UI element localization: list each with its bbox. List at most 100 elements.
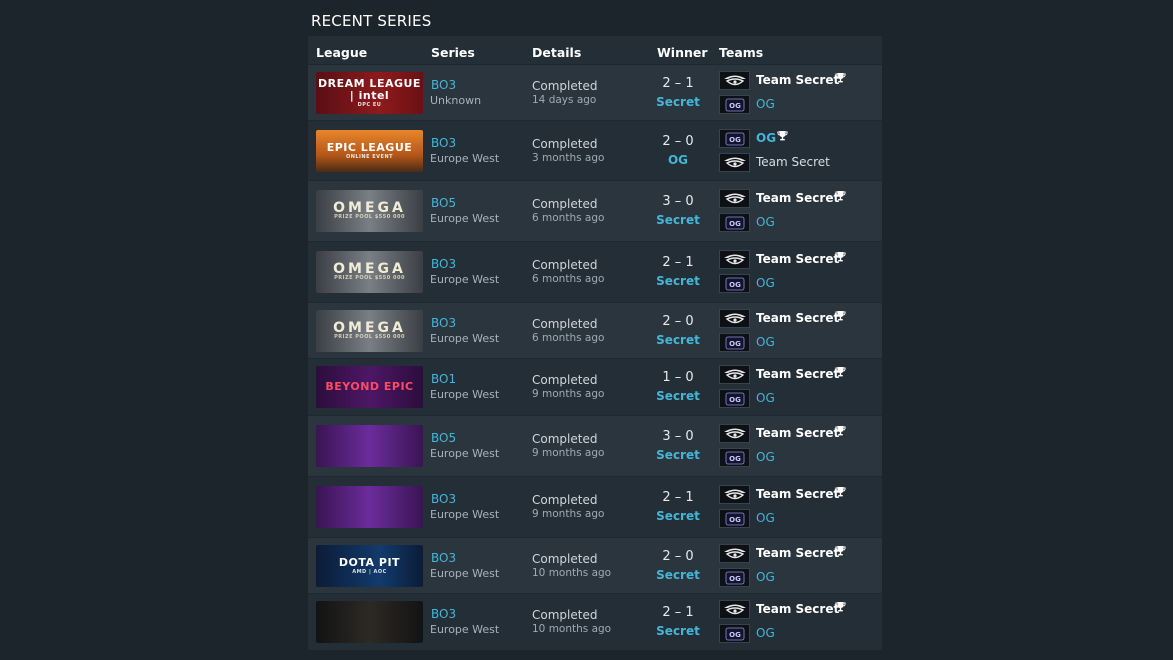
og-logo-icon[interactable]: OG [719,568,750,587]
series-format-link[interactable]: BO3 [431,257,456,271]
og-logo-icon[interactable]: OG [719,624,750,643]
series-format-link[interactable]: BO3 [431,607,456,621]
team2-name-link[interactable]: OG [756,450,775,464]
column-header-series: Series [431,45,475,60]
team1-name-link[interactable]: Team Secret [756,426,839,440]
recent-series-table: League Series Details Winner Teams DREAM… [308,36,882,650]
team2-name-link[interactable]: OG [756,570,775,584]
series-row[interactable]: BO5 Europe West Completed 9 months ago 3… [308,415,882,476]
series-winner-link[interactable]: OG [646,153,710,167]
team-secret-logo-icon[interactable] [719,485,750,504]
series-format-link[interactable]: BO1 [431,372,456,386]
team-secret-logo-icon[interactable] [719,153,750,172]
series-region: Europe West [430,332,500,345]
team2-name-link[interactable]: OG [756,335,775,349]
team1-name-link[interactable]: Team Secret [756,73,839,87]
og-logo-icon[interactable]: OG [719,389,750,408]
series-winner-link[interactable]: Secret [646,333,710,347]
series-region: Europe West [430,623,500,636]
series-winner-link[interactable]: Secret [646,448,710,462]
team1-name-link[interactable]: Team Secret [756,546,839,560]
trophy-icon [835,72,846,86]
og-logo-icon[interactable]: OG [719,274,750,293]
team2-name-link[interactable]: OG [756,215,775,229]
team-secret-logo-icon[interactable] [719,309,750,328]
series-list: DREAM LEAGUE | intel DPC EU BO3 Unknown … [308,64,882,650]
svg-text:OG: OG [729,396,741,404]
league-banner[interactable]: BEYOND EPIC [316,366,423,408]
series-row[interactable]: OMEGA PRIZE POOL $550 000 BO3 Europe Wes… [308,302,882,358]
team2-name-link[interactable]: OG [756,511,775,525]
series-region: Europe West [430,212,500,225]
series-time: 10 months ago [532,623,612,635]
og-logo-icon[interactable]: OG [719,213,750,232]
series-row[interactable]: EPIC LEAGUE ONLINE EVENT BO3 Europe West… [308,120,882,180]
team-secret-logo-icon[interactable] [719,365,750,384]
league-banner-subtitle: ONLINE EVENT [345,153,394,160]
league-banner-title: DREAM LEAGUE | intel [318,76,421,102]
league-banner[interactable]: DREAM LEAGUE | intel DPC EU [316,72,423,114]
league-banner[interactable] [316,601,423,643]
league-banner[interactable]: EPIC LEAGUE ONLINE EVENT [316,130,423,172]
series-row[interactable]: DOTA PIT AMD | AOC BO3 Europe West Compl… [308,537,882,593]
series-status: Completed [532,137,598,151]
series-format-link[interactable]: BO3 [431,78,456,92]
og-logo-icon[interactable]: OG [719,129,750,148]
team1-name-link[interactable]: Team Secret [756,252,839,266]
table-header: League Series Details Winner Teams [308,36,882,64]
team1-name-link[interactable]: Team Secret [756,487,839,501]
svg-text:OG: OG [729,516,741,524]
team1-name-link[interactable]: OG [756,131,776,145]
series-winner-link[interactable]: Secret [646,568,710,582]
team-secret-logo-icon[interactable] [719,600,750,619]
series-row[interactable]: OMEGA PRIZE POOL $550 000 BO5 Europe Wes… [308,180,882,241]
series-time: 6 months ago [532,332,605,344]
series-winner-link[interactable]: Secret [646,95,710,109]
team2-name-link[interactable]: OG [756,391,775,405]
league-banner[interactable] [316,425,423,467]
series-winner-link[interactable]: Secret [646,624,710,638]
series-winner-link[interactable]: Secret [646,274,710,288]
league-banner[interactable]: DOTA PIT AMD | AOC [316,545,423,587]
series-time: 9 months ago [532,508,605,520]
og-logo-icon[interactable]: OG [719,95,750,114]
team2-name-link[interactable]: Team Secret [756,155,830,169]
series-score: 3 – 0 [662,194,694,209]
team1-name-link[interactable]: Team Secret [756,191,839,205]
series-format-link[interactable]: BO3 [431,551,456,565]
og-logo-icon[interactable]: OG [719,333,750,352]
league-banner[interactable]: OMEGA PRIZE POOL $550 000 [316,251,423,293]
league-banner[interactable] [316,486,423,528]
series-row[interactable]: OMEGA PRIZE POOL $550 000 BO3 Europe Wes… [308,241,882,302]
series-winner-link[interactable]: Secret [646,213,710,227]
series-row[interactable]: BO3 Europe West Completed 9 months ago 2… [308,476,882,537]
team-secret-logo-icon[interactable] [719,250,750,269]
league-banner[interactable]: OMEGA PRIZE POOL $550 000 [316,310,423,352]
series-time: 6 months ago [532,273,605,285]
series-format-link[interactable]: BO3 [431,136,456,150]
series-row[interactable]: BO3 Europe West Completed 10 months ago … [308,593,882,650]
team-secret-logo-icon[interactable] [719,71,750,90]
series-format-link[interactable]: BO5 [431,431,456,445]
team1-name-link[interactable]: Team Secret [756,602,839,616]
series-format-link[interactable]: BO5 [431,196,456,210]
series-winner-link[interactable]: Secret [646,389,710,403]
series-score: 1 – 0 [662,370,694,385]
team-secret-logo-icon[interactable] [719,424,750,443]
team1-name-link[interactable]: Team Secret [756,311,839,325]
team2-name-link[interactable]: OG [756,276,775,290]
team1-name-link[interactable]: Team Secret [756,367,839,381]
svg-text:OG: OG [729,340,741,348]
team2-name-link[interactable]: OG [756,97,775,111]
series-row[interactable]: BEYOND EPIC BO1 Europe West Completed 9 … [308,358,882,415]
series-winner-link[interactable]: Secret [646,509,710,523]
series-row[interactable]: DREAM LEAGUE | intel DPC EU BO3 Unknown … [308,64,882,120]
team-secret-logo-icon[interactable] [719,544,750,563]
team2-name-link[interactable]: OG [756,626,775,640]
series-format-link[interactable]: BO3 [431,316,456,330]
og-logo-icon[interactable]: OG [719,448,750,467]
team-secret-logo-icon[interactable] [719,189,750,208]
series-format-link[interactable]: BO3 [431,492,456,506]
og-logo-icon[interactable]: OG [719,509,750,528]
league-banner[interactable]: OMEGA PRIZE POOL $550 000 [316,190,423,232]
